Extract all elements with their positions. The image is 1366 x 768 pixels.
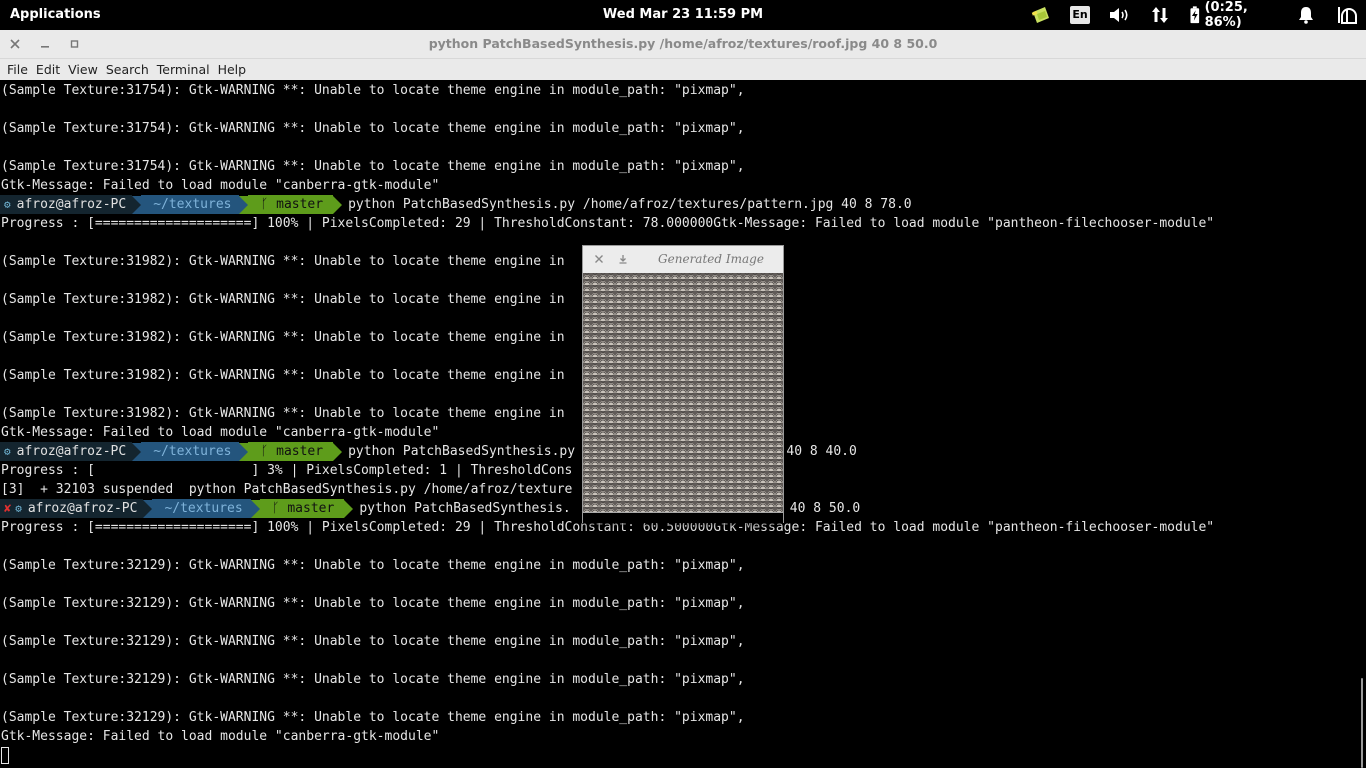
- battery-label: (0:25, 86%): [1204, 0, 1248, 30]
- prompt-git-branch: ᚴ master: [248, 442, 334, 461]
- menu-view[interactable]: View: [68, 62, 98, 77]
- powerline-separator: [250, 499, 260, 518]
- terminal-line: (Sample Texture:31754): Gtk-WARNING **: …: [1, 121, 745, 136]
- prompt-user-segment: ⚙ afroz@afroz-PC: [0, 195, 133, 214]
- window-title: python PatchBasedSynthesis.py /home/afro…: [428, 36, 938, 51]
- window-close-button[interactable]: [5, 30, 25, 58]
- terminal-scrollbar[interactable]: [1358, 80, 1366, 768]
- generated-image-footer: [583, 512, 783, 523]
- powerline-separator: [344, 499, 354, 518]
- terminal-line: (Sample Texture:32129): Gtk-WARNING **: …: [1, 672, 745, 687]
- terminal-line: (Sample Texture:32129): Gtk-WARNING **: …: [1, 634, 745, 649]
- terminal-line: Progress : [====================] 100% |…: [1, 216, 1215, 231]
- terminal-line: (Sample Texture:31754): Gtk-WARNING **: …: [1, 83, 745, 98]
- lang-label: En: [1070, 6, 1090, 24]
- terminal-line: [3] + 32103 suspended python PatchBasedS…: [1, 482, 573, 497]
- battery-indicator[interactable]: (0:25, 86%): [1190, 0, 1286, 30]
- volume-icon[interactable]: [1108, 0, 1132, 30]
- minimize-icon: [41, 46, 49, 48]
- generated-close-button[interactable]: [591, 251, 607, 267]
- prompt-directory: ~/textures: [141, 442, 240, 461]
- prompt-directory: ~/textures: [152, 499, 251, 518]
- pin-icon: [619, 255, 627, 264]
- scrollbar-thumb[interactable]: [1361, 678, 1363, 768]
- background-jobs-icon: ⚙: [4, 198, 11, 211]
- powerline-separator: [143, 499, 153, 518]
- terminal-line: Gtk-Message: Failed to load module "canb…: [1, 178, 440, 193]
- window-minimize-button[interactable]: [35, 30, 55, 58]
- top-panel: Applications Wed Mar 23 11:59 PM En (0:2…: [0, 0, 1366, 30]
- menu-edit[interactable]: Edit: [36, 62, 60, 77]
- terminal-line: (Sample Texture:31982): Gtk-WARNING **: …: [1, 330, 565, 345]
- powerline-separator: [239, 442, 249, 461]
- git-branch-icon: ᚴ: [260, 197, 277, 212]
- generated-image-title: Generated Image: [658, 252, 764, 266]
- background-jobs-icon: ⚙: [4, 445, 11, 458]
- generated-image-titlebar[interactable]: Generated Image: [583, 246, 783, 273]
- generated-image-window[interactable]: Generated Image: [582, 245, 784, 523]
- terminal-line: (Sample Texture:31982): Gtk-WARNING **: …: [1, 254, 565, 269]
- terminal-line: (Sample Texture:31982): Gtk-WARNING **: …: [1, 368, 565, 383]
- branch-name: master: [287, 501, 335, 516]
- maximize-icon: [70, 40, 79, 48]
- git-branch-icon: ᚴ: [271, 501, 288, 516]
- prompt-directory: ~/textures: [141, 195, 240, 214]
- prompt-user-segment: ✘ ⚙ afroz@afroz-PC: [0, 499, 144, 518]
- powerline-separator: [333, 442, 343, 461]
- git-branch-icon: ᚴ: [260, 444, 277, 459]
- terminal-line: (Sample Texture:31982): Gtk-WARNING **: …: [1, 292, 565, 307]
- terminal-line: (Sample Texture:31754): Gtk-WARNING **: …: [1, 159, 745, 174]
- battery-charging-icon: [1190, 6, 1200, 24]
- menu-file[interactable]: File: [7, 62, 28, 77]
- generated-texture-image: [583, 273, 783, 512]
- powerline-separator: [239, 195, 249, 214]
- prompt-git-branch: ᚴ master: [248, 195, 334, 214]
- prompt-user: afroz@afroz-PC: [16, 197, 127, 212]
- menu-search[interactable]: Search: [106, 62, 149, 77]
- terminal-line: Progress : [ ] 3% | PixelsCompleted: 1 |…: [1, 463, 573, 478]
- prompt-command: python PatchBasedSynthesis.py /home/afro…: [348, 197, 912, 212]
- branch-name: master: [276, 197, 324, 212]
- close-icon: [595, 255, 603, 263]
- applications-menu-button[interactable]: Applications: [10, 0, 101, 30]
- error-status-icon: ✘: [4, 501, 12, 515]
- branch-name: master: [276, 444, 324, 459]
- terminal-line: Gtk-Message: Failed to load module "canb…: [1, 425, 440, 440]
- terminal-line: (Sample Texture:32129): Gtk-WARNING **: …: [1, 710, 745, 725]
- notifications-bell-icon[interactable]: [1296, 0, 1316, 30]
- background-jobs-icon: ⚙: [15, 502, 22, 515]
- menu-bar: File Edit View Search Terminal Help: [0, 59, 1366, 80]
- terminal-titlebar: python PatchBasedSynthesis.py /home/afro…: [0, 30, 1366, 59]
- prompt-user-segment: ⚙ afroz@afroz-PC: [0, 442, 133, 461]
- prompt-user: afroz@afroz-PC: [27, 501, 138, 516]
- prompt-user: afroz@afroz-PC: [16, 444, 127, 459]
- clock[interactable]: Wed Mar 23 11:59 PM: [603, 7, 763, 22]
- menu-help[interactable]: Help: [218, 62, 247, 77]
- network-icon[interactable]: [1150, 0, 1170, 30]
- close-icon: [10, 39, 20, 49]
- powerline-separator: [333, 195, 343, 214]
- notes-tray-icon[interactable]: [1030, 0, 1052, 30]
- terminal-cursor: [1, 747, 9, 764]
- powerline-separator: [132, 195, 142, 214]
- terminal-line: (Sample Texture:32129): Gtk-WARNING **: …: [1, 558, 745, 573]
- menu-terminal[interactable]: Terminal: [157, 62, 210, 77]
- powerline-separator: [132, 442, 142, 461]
- terminal-line: Gtk-Message: Failed to load module "canb…: [1, 729, 440, 744]
- terminal-line: (Sample Texture:31982): Gtk-WARNING **: …: [1, 406, 565, 421]
- window-maximize-button[interactable]: [65, 30, 85, 58]
- shell-prompt-line: ⚙ afroz@afroz-PC ~/textures ᚴ master python …: [0, 195, 912, 214]
- system-settings-icon[interactable]: [1336, 0, 1358, 30]
- generated-pin-button[interactable]: [615, 251, 631, 267]
- prompt-git-branch: ᚴ master: [259, 499, 345, 518]
- keyboard-layout-indicator[interactable]: En: [1069, 0, 1091, 30]
- terminal-line: (Sample Texture:32129): Gtk-WARNING **: …: [1, 596, 745, 611]
